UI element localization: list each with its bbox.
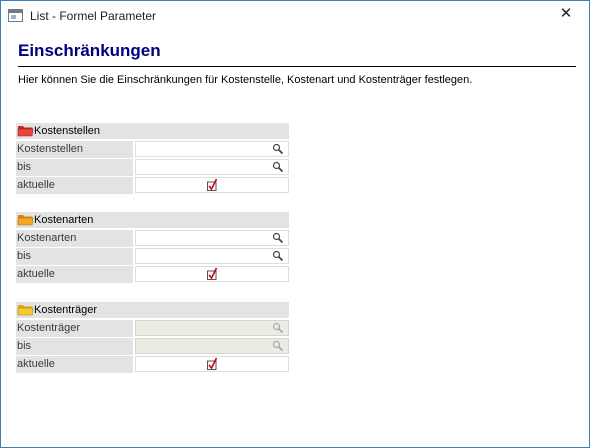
section-header: Kostenträger (16, 302, 289, 319)
title-bar: List - Formel Parameter ✕ (1, 1, 589, 30)
row-kostenstellen-aktuelle: aktuelle (16, 177, 289, 194)
row-kostentraeger-von: Kostenträger (16, 320, 289, 337)
row-kostentraeger-bis: bis (16, 338, 289, 355)
app-window-icon (8, 9, 23, 22)
field-label: aktuelle (16, 356, 133, 373)
folder-icon (17, 215, 34, 226)
aktuelle-checkbox-cell (135, 177, 289, 193)
checkmark-icon[interactable] (206, 267, 218, 281)
row-kostentraeger-aktuelle: aktuelle (16, 356, 289, 373)
folder-icon (17, 305, 34, 316)
checkmark-icon[interactable] (206, 178, 218, 192)
kostenart-von-input[interactable] (135, 230, 289, 246)
aktuelle-checkbox-cell (135, 356, 289, 372)
row-kostenstellen-von: Kostenstellen (16, 141, 289, 158)
section-title: Kostenstellen (34, 125, 101, 137)
kostenart-bis-input[interactable] (135, 248, 289, 264)
kostentraeger-bis-input (135, 338, 289, 354)
kostenstelle-bis-input[interactable] (135, 159, 289, 175)
row-kostenarten-aktuelle: aktuelle (16, 266, 289, 283)
kostenstelle-von-input[interactable] (135, 141, 289, 157)
section-kostenarten: Kostenarten Kostenarten bis aktuelle (16, 212, 289, 283)
section-title: Kostenträger (34, 304, 97, 316)
magnifier-icon[interactable] (272, 143, 284, 155)
field-label: aktuelle (16, 266, 133, 283)
row-kostenstellen-bis: bis (16, 159, 289, 176)
row-kostenarten-von: Kostenarten (16, 230, 289, 247)
page-title: Einschränkungen (18, 41, 161, 60)
magnifier-icon[interactable] (272, 232, 284, 244)
magnifier-icon[interactable] (272, 161, 284, 173)
field-label: bis (16, 159, 133, 176)
magnifier-icon (272, 340, 284, 352)
field-label: Kostenarten (16, 230, 133, 247)
section-kostentraeger: Kostenträger Kostenträger bis aktuelle (16, 302, 289, 373)
window-title: List - Formel Parameter (30, 9, 157, 23)
field-label: aktuelle (16, 177, 133, 194)
page-description: Hier können Sie die Einschränkungen für … (18, 74, 473, 86)
section-header: Kostenstellen (16, 123, 289, 140)
field-label: bis (16, 338, 133, 355)
checkmark-icon[interactable] (206, 357, 218, 371)
section-header: Kostenarten (16, 212, 289, 229)
dialog-window: List - Formel Parameter ✕ Einschränkunge… (0, 0, 590, 448)
aktuelle-checkbox-cell (135, 266, 289, 282)
magnifier-icon (272, 322, 284, 334)
magnifier-icon[interactable] (272, 250, 284, 262)
field-label: bis (16, 248, 133, 265)
kostentraeger-von-input (135, 320, 289, 336)
close-button[interactable]: ✕ (543, 1, 589, 30)
row-kostenarten-bis: bis (16, 248, 289, 265)
field-label: Kostenstellen (16, 141, 133, 158)
section-kostenstellen: Kostenstellen Kostenstellen bis aktuelle (16, 123, 289, 194)
heading-divider (18, 66, 576, 67)
field-label: Kostenträger (16, 320, 133, 337)
section-title: Kostenarten (34, 214, 94, 226)
folder-icon (17, 126, 34, 137)
